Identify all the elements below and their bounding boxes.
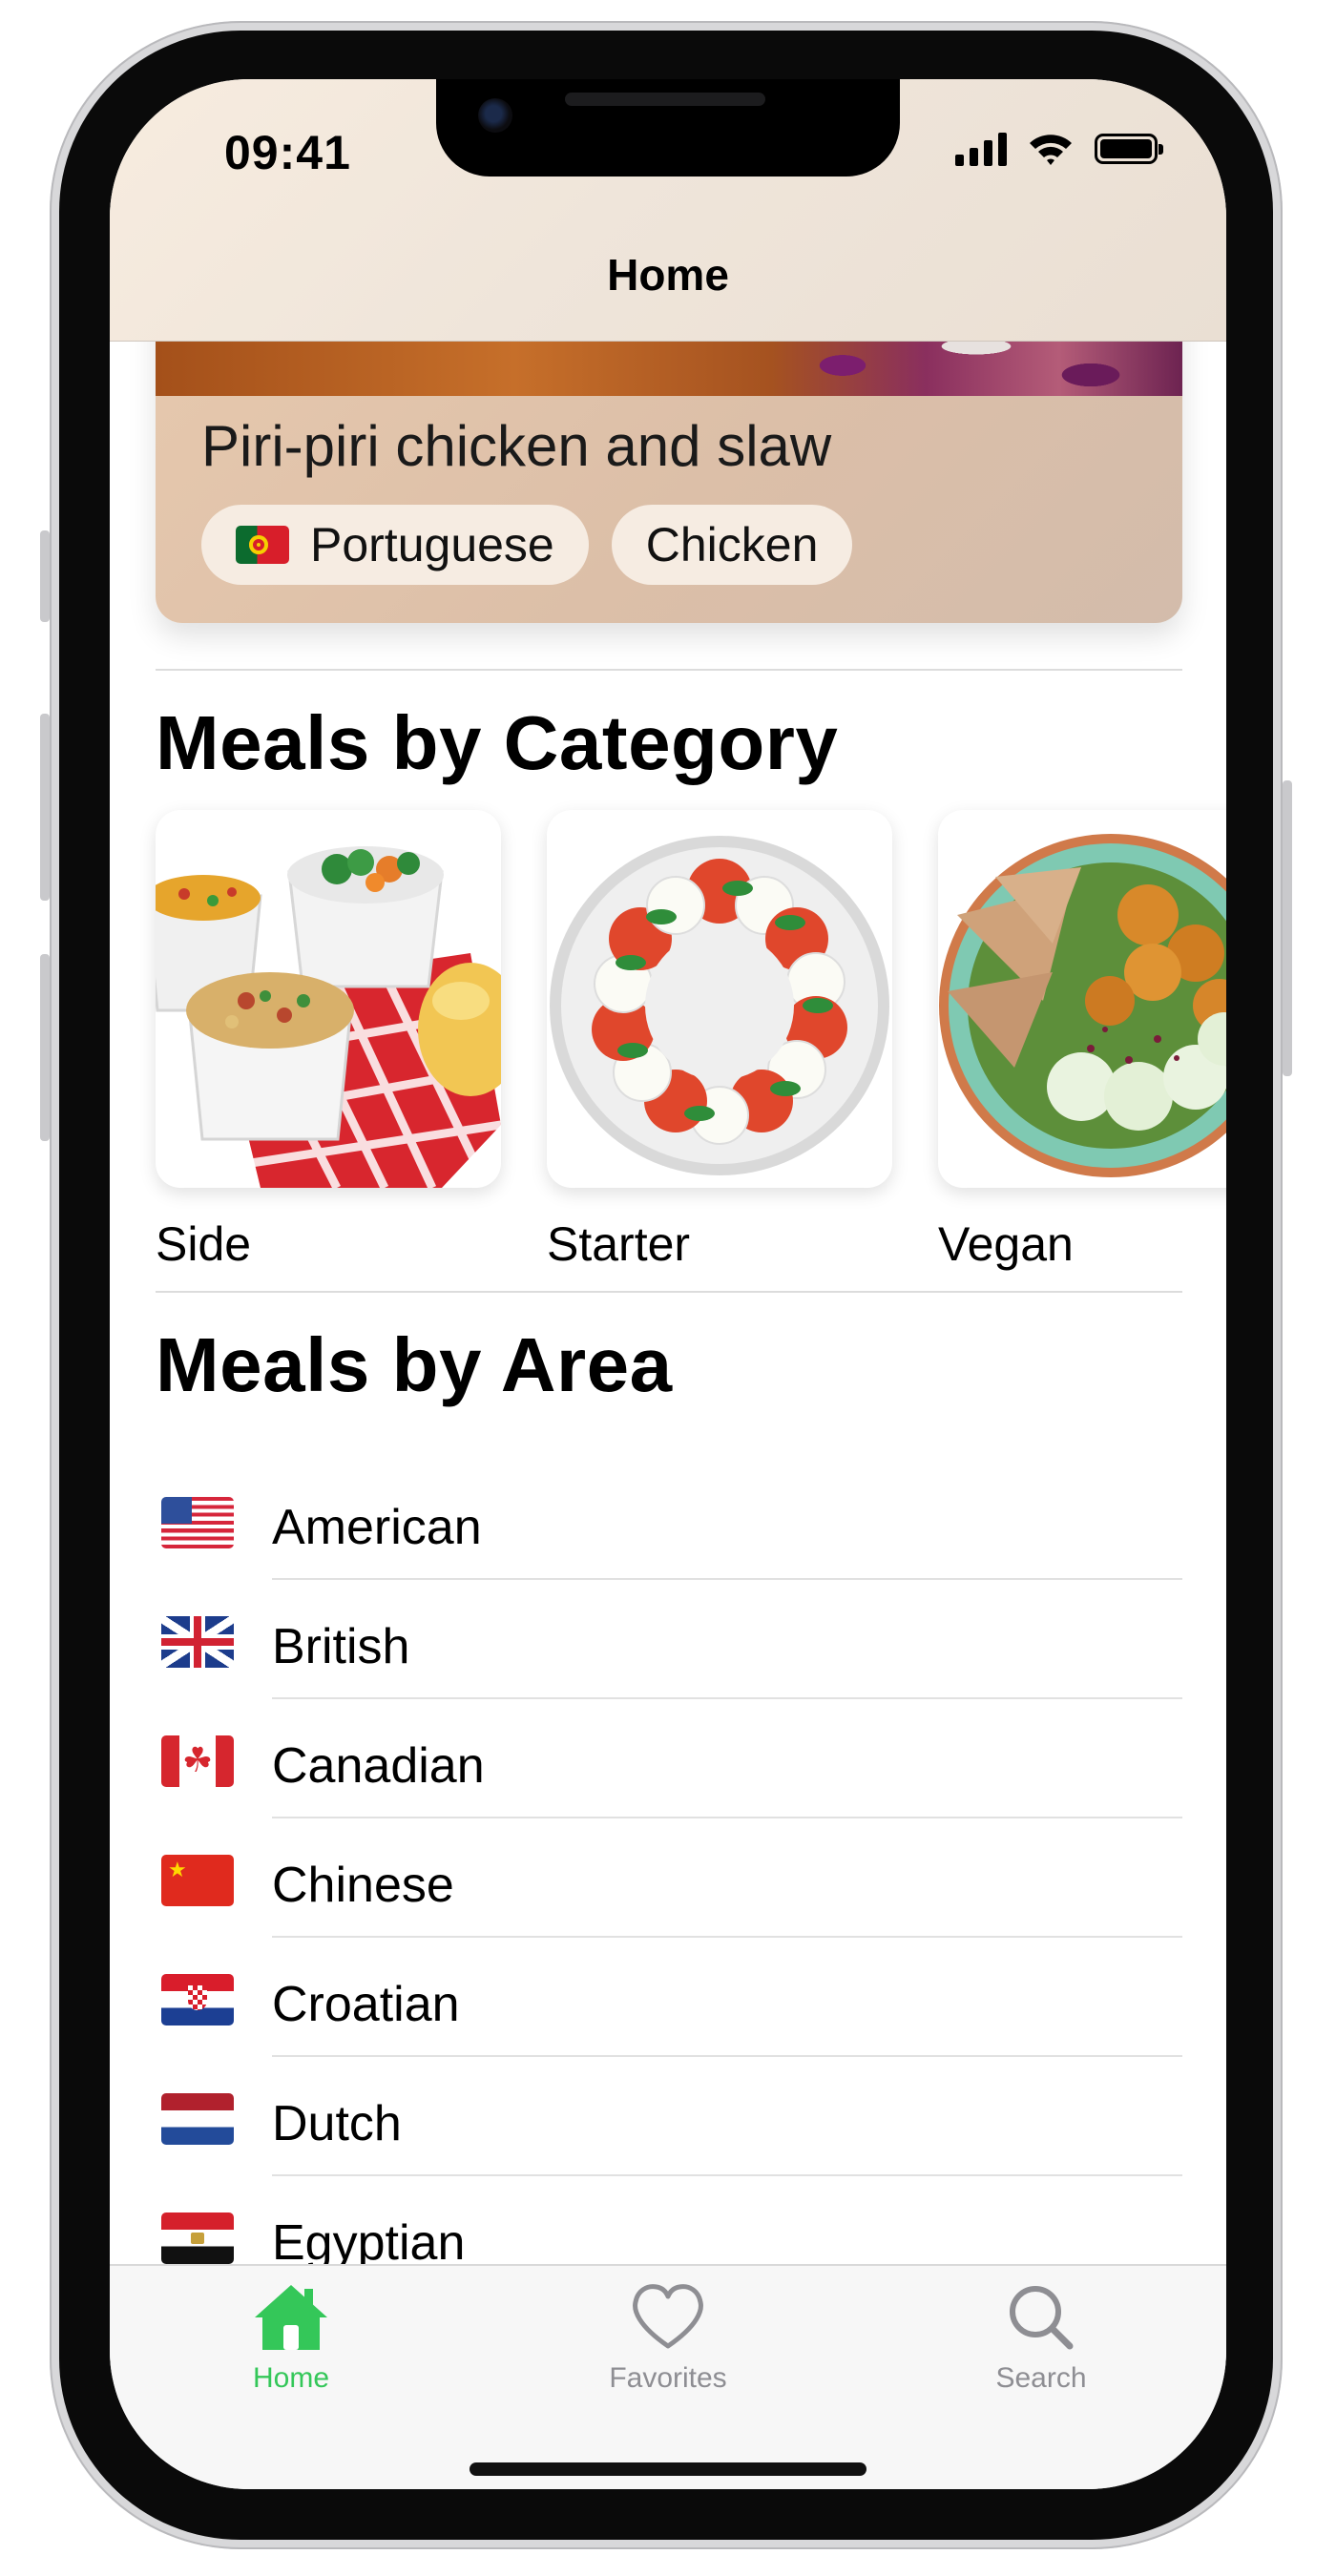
battery-icon [1095,134,1163,164]
featured-meal-title: Piri-piri chicken and slaw [201,414,832,478]
list-item-croatian[interactable]: Croatian [156,1938,1182,2057]
area-tag-label: Portuguese [310,518,554,571]
wifi-icon [1030,135,1072,165]
list-item-chinese[interactable]: Chinese [156,1818,1182,1938]
area-label: American [272,1500,482,1555]
camera-notch [436,79,900,177]
areas-section-title: Meals by Area [156,1322,673,1407]
tab-search[interactable]: Search [898,2281,1184,2395]
category-label: Starter [547,1217,691,1271]
croatia-flag-icon [161,1974,234,2025]
area-label: Egyptian [272,2215,466,2271]
tab-home[interactable]: Home [148,2281,434,2395]
power-button [1283,780,1292,1076]
category-tag[interactable]: Chicken [611,505,853,585]
silent-switch [40,530,50,622]
area-label: Croatian [272,1977,460,2032]
tab-favorites-label: Favorites [609,2362,727,2394]
section-divider [156,1291,1182,1293]
volume-up-button [40,714,50,901]
canada-flag-icon [161,1735,234,1787]
side-dish-image [156,810,501,1188]
heart-icon [633,2284,703,2349]
category-card-side[interactable]: Side [156,810,501,1272]
egypt-flag-icon [161,2212,234,2264]
category-card-starter[interactable]: Starter [547,810,892,1272]
page-title: Home [607,250,729,300]
area-tag[interactable]: Portuguese [201,505,589,585]
front-camera [478,98,512,133]
categories-section-title: Meals by Category [156,700,839,785]
area-label: Dutch [272,2096,402,2151]
category-tag-label: Chicken [645,518,819,571]
vegan-image [938,810,1226,1188]
earpiece-speaker [565,93,765,106]
list-item-dutch[interactable]: Dutch [156,2057,1182,2176]
app-screen: Piri-piri chicken and slaw Portuguese Ch… [110,79,1226,2489]
tab-bar: Home Favorites Search [110,2264,1226,2489]
status-time: 09:41 [224,126,351,179]
category-card-vegan[interactable]: Vegan [938,810,1226,1272]
tab-favorites[interactable]: Favorites [525,2281,811,2395]
starter-image [547,810,892,1188]
china-flag-icon [161,1855,234,1906]
area-label: British [272,1619,410,1674]
category-label: Vegan [938,1217,1074,1271]
uk-flag-icon [161,1616,234,1668]
portugal-flag-icon [236,526,289,564]
volume-down-button [40,954,50,1141]
area-label: Canadian [272,1738,485,1794]
featured-tags: Portuguese Chicken [201,505,853,585]
category-label: Side [156,1217,252,1271]
home-indicator [470,2462,866,2476]
section-divider [156,669,1182,671]
house-icon [255,2285,327,2350]
magnifier-icon [1010,2286,1074,2350]
netherlands-flag-icon [161,2093,234,2145]
area-label: Chinese [272,1858,454,1913]
tab-home-label: Home [252,2362,330,2394]
cellular-signal-icon [955,132,1007,166]
status-icons [955,132,1163,166]
us-flag-icon [161,1497,234,1548]
list-item-canadian[interactable]: Canadian [156,1699,1182,1818]
list-item-american[interactable]: American [156,1461,1182,1580]
tab-search-label: Search [995,2362,1087,2394]
list-item-british[interactable]: British [156,1580,1182,1699]
